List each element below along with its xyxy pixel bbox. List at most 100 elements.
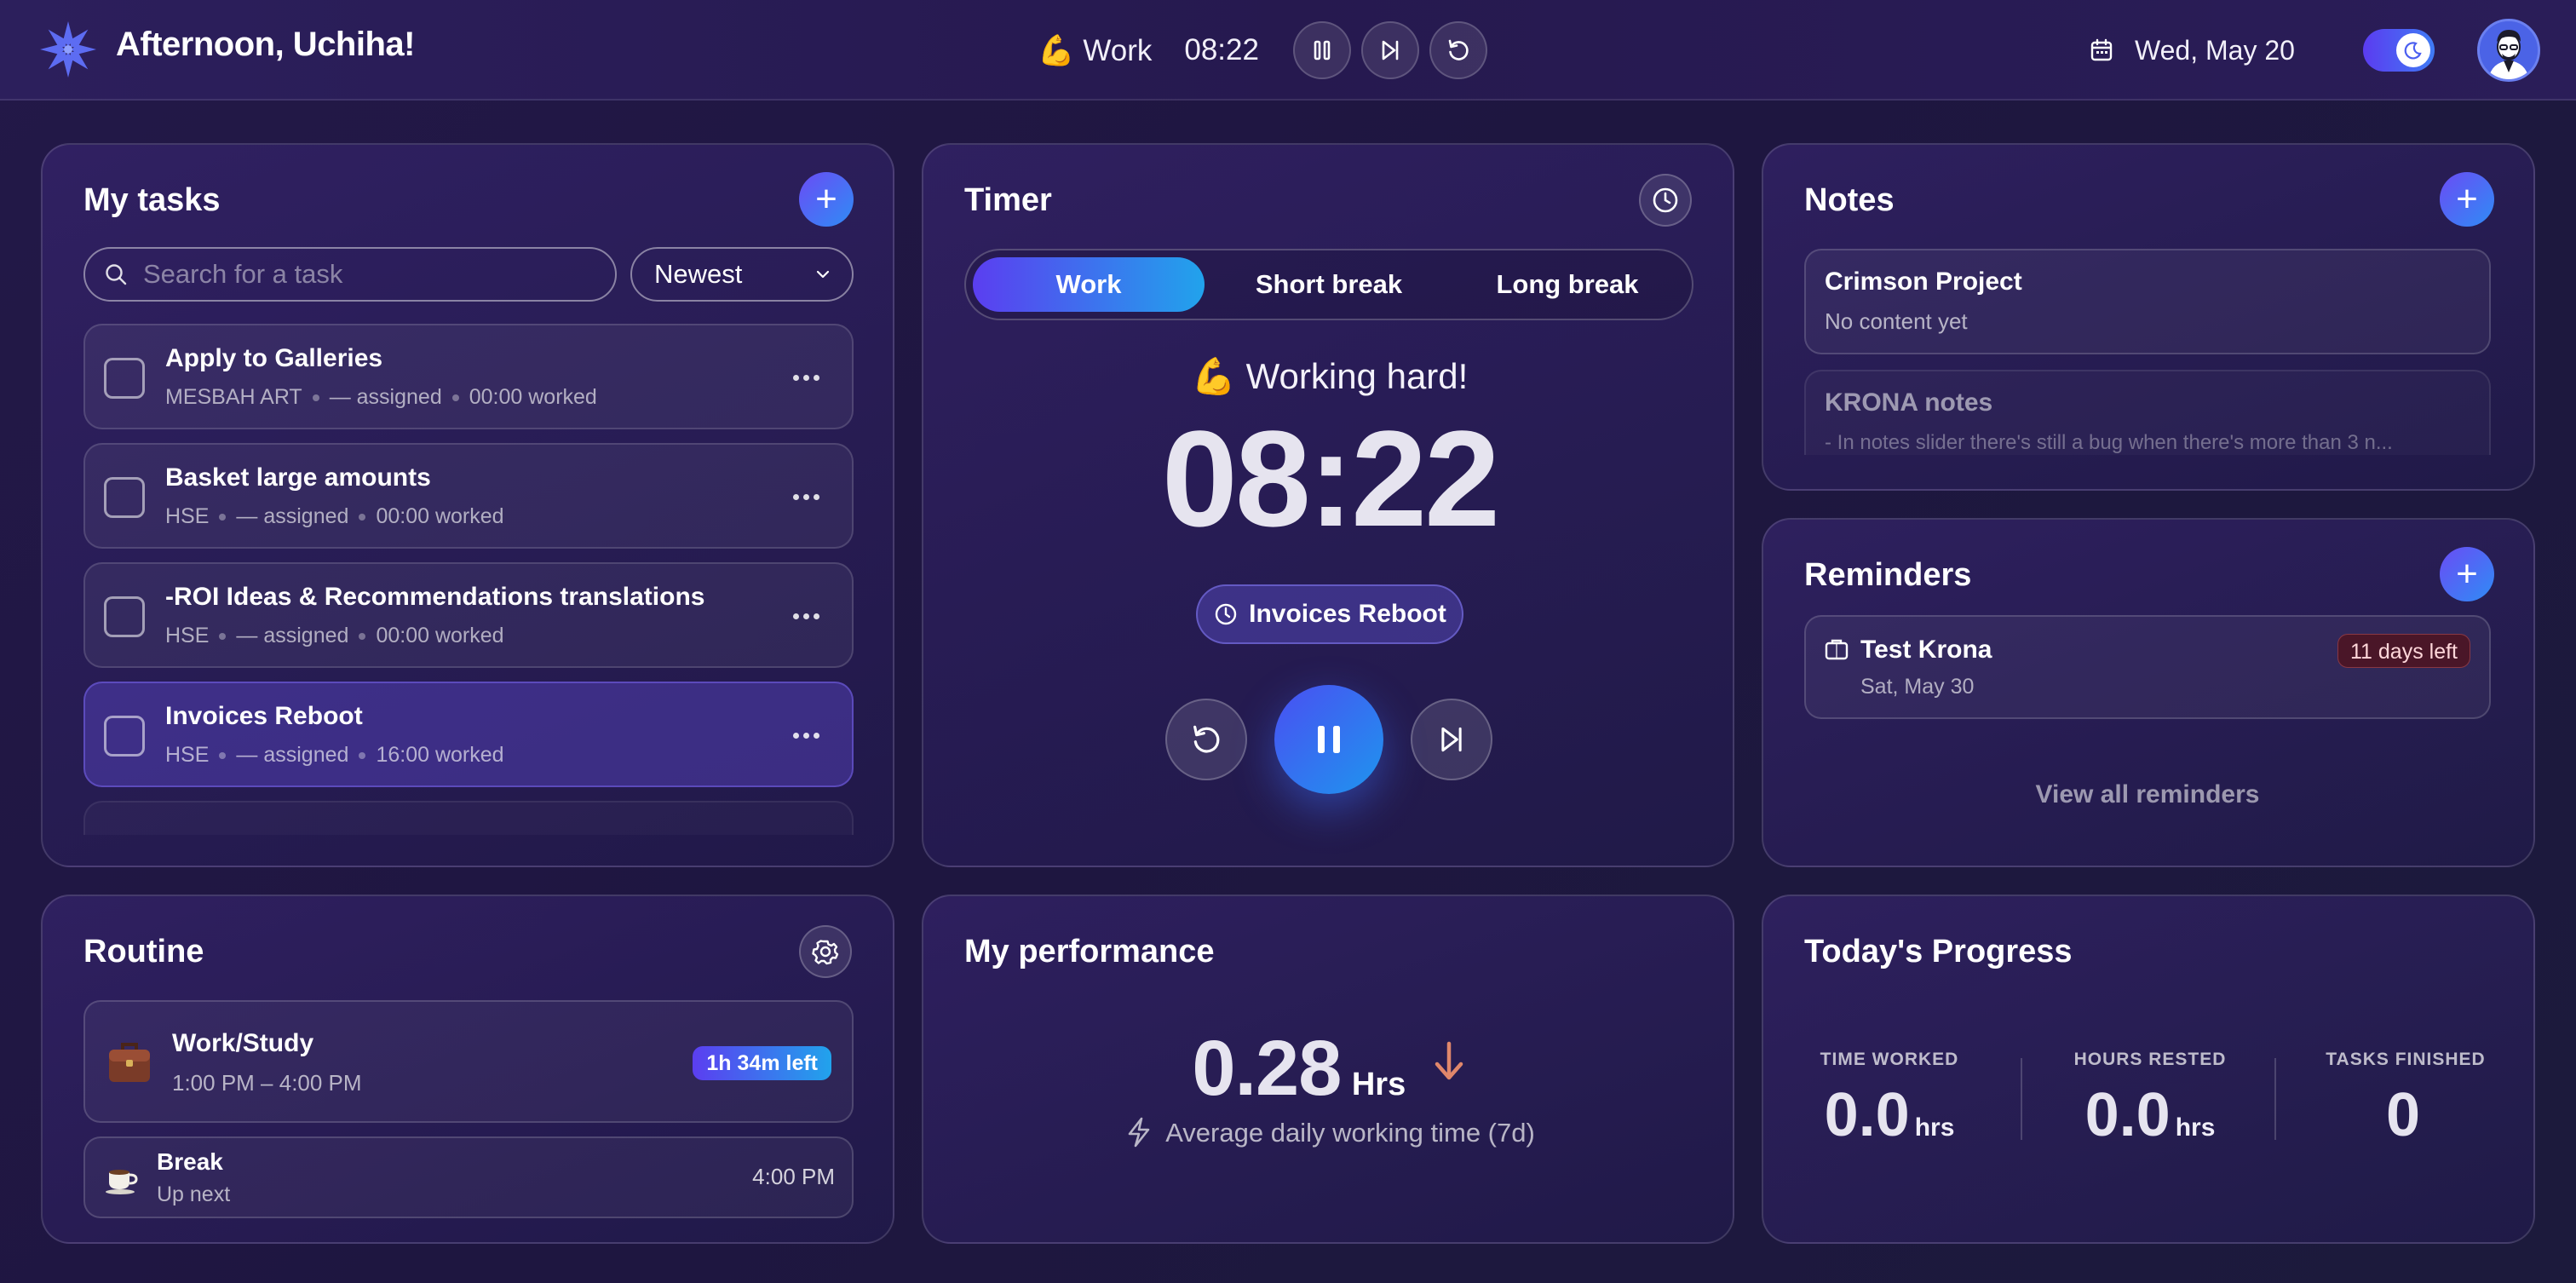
task-checkbox[interactable] [104,477,145,518]
current-task-label: Invoices Reboot [1249,600,1446,628]
note-content: No content yet [1825,308,1968,334]
stat-label: HOURS RESTED [2073,1050,2227,1069]
timer-history-button[interactable] [1639,174,1692,227]
task-item[interactable]: Apply to Galleries MESBAH ART — assigned 0… [83,324,854,429]
stat-value: 0 [2385,1081,2421,1149]
time-left-badge: 1h 34m left [693,1046,831,1080]
routine-next[interactable]: Break Up next 4:00 PM [83,1136,854,1218]
tab-work[interactable]: Work [973,257,1205,312]
top-bar: Afternoon, Uchiha! 💪 Work 08:22 Wed, May… [0,0,2576,101]
task-project: MESBAH ART [165,385,302,409]
task-meta: HSE — assigned 00:00 worked [165,624,504,648]
toggle-knob [2396,33,2430,67]
stat-value-row: 0.0 hrs [2024,1080,2276,1150]
greeting-text: Afternoon, Uchiha! [116,26,415,63]
stat-unit: hrs [2175,1113,2216,1142]
header-pause-button[interactable] [1292,21,1351,79]
task-more-icon[interactable] [793,733,819,739]
task-meta: HSE — assigned 16:00 worked [165,743,504,768]
task-item-partial[interactable] [83,801,854,835]
stat-value: 0.0 [2084,1081,2171,1149]
task-more-icon[interactable] [793,375,819,381]
task-checkbox[interactable] [104,716,145,757]
header-skip-button[interactable] [1360,21,1419,79]
note-title: Crimson Project [1825,268,2022,296]
task-title: Basket large amounts [165,463,431,492]
task-meta: MESBAH ART — assigned 00:00 worked [165,385,597,410]
stat-hours-rested: HOURS RESTED 0.0 hrs [2024,1050,2276,1150]
task-project: HSE [165,743,210,767]
add-reminder-button[interactable]: + [2440,547,2494,601]
task-checkbox[interactable] [104,596,145,637]
timer-reset-button[interactable] [1165,699,1247,780]
routine-current[interactable]: Work/Study 1:00 PM – 4:00 PM 1h 34m left [83,1000,854,1123]
task-worked: 00:00 worked [376,624,504,647]
timer-card: Timer Work Short break Long break 💪 Work… [922,143,1734,867]
user-avatar[interactable] [2477,19,2540,82]
routine-card: Routine Work/Study 1:00 PM – 4:00 PM 1h … [41,895,894,1244]
header-time: 08:22 [1184,33,1259,66]
date-label: Wed, May 20 [2135,34,2295,66]
note-item[interactable]: Crimson Project No content yet [1804,249,2491,354]
task-title: Invoices Reboot [165,702,363,730]
task-worked: 00:00 worked [376,504,504,528]
current-task-chip[interactable]: Invoices Reboot [1196,584,1463,644]
stat-value-row: 0 [2280,1080,2532,1150]
theme-toggle[interactable] [2363,29,2435,72]
tab-long-break[interactable]: Long break [1452,257,1683,312]
mode-label: Work [1083,33,1153,67]
routine-next-title: Break [157,1148,223,1175]
reminder-item[interactable]: Test Krona Sat, May 30 11 days left [1804,615,2491,719]
sort-select[interactable]: Newest [630,247,854,302]
performance-caption: Average daily working time (7d) [1165,1118,1535,1148]
task-search [83,247,617,302]
task-checkbox[interactable] [104,358,145,399]
task-item-active[interactable]: Invoices Reboot HSE — assigned 16:00 worke… [83,682,854,787]
task-title: Apply to Galleries [165,344,383,372]
note-content: - In notes slider there's still a bug wh… [1825,431,2393,454]
task-title: -ROI Ideas & Recommendations translation… [165,583,705,611]
routine-title: Routine [83,934,204,969]
timer-skip-button[interactable] [1411,699,1492,780]
add-task-button[interactable]: + [799,172,854,227]
routine-current-title: Work/Study [172,1029,314,1057]
task-project: HSE [165,504,210,528]
tab-short-break[interactable]: Short break [1213,257,1445,312]
calendar-icon [2090,38,2113,61]
stat-time-worked: TIME WORKED 0.0 hrs [1763,1050,2015,1150]
timer-pause-button[interactable] [1274,685,1383,794]
add-note-button[interactable]: + [2440,172,2494,227]
clock-icon [1653,187,1678,213]
reminder-title: Test Krona [1860,636,1992,664]
header-reset-button[interactable] [1429,21,1487,79]
task-more-icon[interactable] [793,613,819,619]
tasks-title: My tasks [83,182,221,218]
avatar-illustration-icon [2480,21,2538,79]
performance-value-row: 0.28 Hrs [923,1024,1733,1113]
lightning-icon [1128,1117,1150,1148]
stat-unit: hrs [1914,1113,1955,1142]
task-worked: 00:00 worked [469,385,597,409]
performance-caption-row: Average daily working time (7d) [923,1116,1733,1148]
task-item[interactable]: -ROI Ideas & Recommendations translation… [83,562,854,668]
reset-icon [1193,725,1220,753]
timer-status: 💪 Working hard! [1191,356,1469,396]
routine-settings-button[interactable] [799,925,852,978]
task-more-icon[interactable] [793,494,819,500]
note-item[interactable]: KRONA notes - In notes slider there's st… [1804,370,2491,455]
reminders-card: Reminders + Test Krona Sat, May 30 11 da… [1762,518,2535,867]
reminder-date: Sat, May 30 [1860,675,1975,699]
performance-card: My performance 0.28 Hrs Average daily wo… [922,895,1734,1244]
routine-next-time: 4:00 PM [752,1164,835,1189]
search-input[interactable] [143,259,586,290]
view-all-reminders-link[interactable]: View all reminders [1763,780,2532,809]
pause-icon [1314,40,1331,60]
search-icon [106,264,127,285]
task-item[interactable]: Basket large amounts HSE — assigned 00:00 … [83,443,854,549]
progress-card: Today's Progress TIME WORKED 0.0 hrs HOUR… [1762,895,2535,1244]
reminders-title: Reminders [1804,557,1972,593]
timer-title: Timer [964,182,1052,218]
arrow-down-icon [1435,1041,1463,1080]
notes-card: Notes + Crimson Project No content yet K… [1762,143,2535,491]
stat-tasks-finished: TASKS FINISHED 0 [2280,1050,2532,1150]
